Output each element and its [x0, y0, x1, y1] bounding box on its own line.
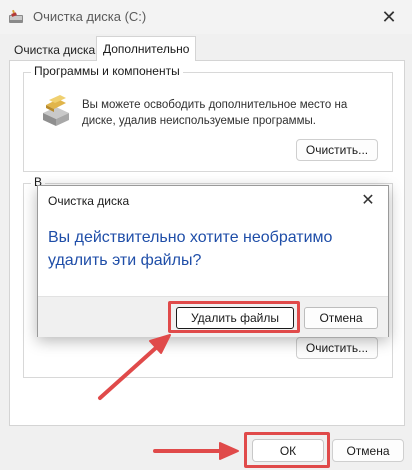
programs-components-icon: [43, 95, 69, 126]
ok-button[interactable]: ОК: [252, 439, 324, 462]
second-cleanup-button[interactable]: Очистить...: [296, 337, 378, 359]
dialog-message: Вы действительно хотите необратимо удали…: [48, 229, 333, 269]
dialog-cancel-button[interactable]: Отмена: [304, 307, 378, 329]
cancel-button[interactable]: Отмена: [332, 439, 404, 462]
window-close-button[interactable]: ✕: [366, 0, 412, 34]
dialog-close-button[interactable]: ✕: [348, 186, 388, 214]
title-bar: Очистка диска (C:) ✕: [0, 0, 412, 34]
arrow-to-ok: [153, 442, 239, 460]
programs-group-title: Программы и компоненты: [31, 64, 183, 78]
window-title: Очистка диска (C:): [33, 9, 147, 24]
tab-disk-cleanup[interactable]: Очистка диска: [8, 39, 101, 61]
programs-cleanup-button[interactable]: Очистить...: [296, 139, 378, 161]
tab-advanced[interactable]: Дополнительно: [96, 36, 197, 61]
dialog-footer: Удалить файлы Отмена: [38, 296, 388, 337]
delete-files-button[interactable]: Удалить файлы: [176, 307, 294, 329]
confirm-dialog: Очистка диска ✕ Вы действительно хотите …: [37, 185, 389, 337]
programs-description: Вы можете освободить дополнительное мест…: [82, 99, 348, 127]
dialog-title: Очистка диска: [48, 194, 130, 208]
disk-cleanup-icon: [9, 9, 23, 23]
